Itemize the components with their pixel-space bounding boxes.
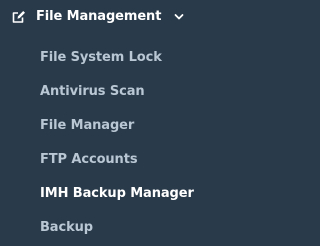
submenu-item-backup[interactable]: Backup	[0, 212, 200, 246]
submenu-item-ftp-accounts[interactable]: FTP Accounts	[0, 144, 200, 178]
file-management-submenu: File System Lock Antivirus Scan File Man…	[0, 42, 200, 246]
submenu-item-label: FTP Accounts	[40, 152, 138, 167]
submenu-item-label: IMH Backup Manager	[40, 186, 194, 201]
edit-icon	[12, 11, 25, 23]
submenu-item-label: Antivirus Scan	[40, 84, 145, 99]
file-management-header[interactable]: File Management	[0, 0, 200, 36]
submenu-item-imh-backup-manager[interactable]: IMH Backup Manager	[0, 178, 200, 212]
chevron-down-icon[interactable]	[173, 12, 185, 22]
submenu-item-label: Backup	[40, 220, 93, 235]
submenu-item-file-manager[interactable]: File Manager	[0, 110, 200, 144]
submenu-item-label: File System Lock	[40, 50, 162, 65]
menu-title: File Management	[36, 9, 162, 24]
submenu-item-antivirus-scan[interactable]: Antivirus Scan	[0, 76, 200, 110]
file-management-menu: File Management File System Lock Antivir…	[0, 0, 200, 245]
submenu-item-file-system-lock[interactable]: File System Lock	[0, 42, 200, 76]
submenu-item-label: File Manager	[40, 118, 135, 133]
